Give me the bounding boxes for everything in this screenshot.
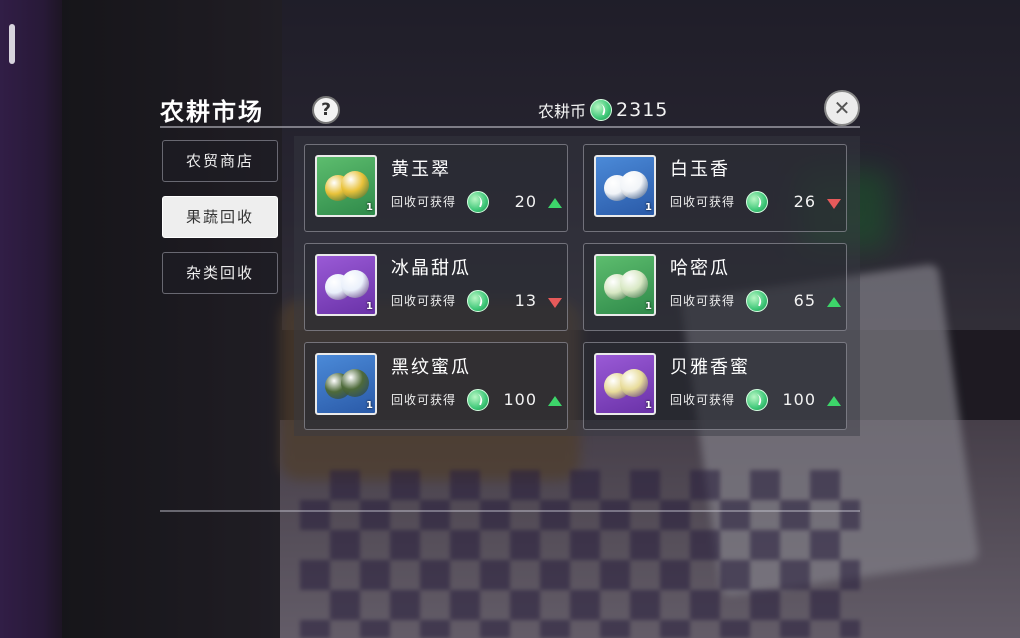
recycle-value: 65 [793,291,816,310]
arrow-up-icon [827,396,841,406]
currency-label: 农耕币 [538,102,587,121]
recycle-label: 回收可获得 [391,393,457,407]
melon-icon: 1 [315,155,377,217]
item-grid: 1 黄玉翠 回收可获得 20 1 白玉香 回收可获得 26 1 冰晶甜瓜 回收可获得 13 1 哈密瓜 回收… [294,136,860,436]
currency-amount: 2315 [616,99,669,121]
footer-divider [160,510,860,512]
coin-icon [467,389,489,411]
melon-icon: 1 [315,353,377,415]
coin-icon [746,389,768,411]
coin-icon [467,191,489,213]
coin-icon [590,99,613,121]
recycle-value: 20 [514,192,537,211]
help-icon[interactable]: ? [312,96,340,124]
coin-icon [467,290,489,312]
close-icon[interactable]: ✕ [824,90,860,126]
item-card[interactable]: 1 冰晶甜瓜回收可获得 13 [304,243,568,331]
arrow-up-icon [827,297,841,307]
recycle-label: 回收可获得 [391,294,457,308]
melon-icon: 1 [594,254,656,316]
item-card[interactable]: 1 哈密瓜回收可获得 65 [583,243,847,331]
recycle-value: 13 [514,291,537,310]
arrow-up-icon [548,198,562,208]
recycle-value: 100 [503,390,537,409]
item-card[interactable]: 1 黑纹蜜瓜回收可获得 100 [304,342,568,430]
currency-display: 农耕币 2315 [538,98,668,122]
arrow-down-icon [548,298,562,308]
market-panel: 农耕市场 ? 农耕币 2315 ✕ 农贸商店 果蔬回收 杂类回收 1 黄玉翠回收可… [160,88,860,518]
level-badge: 1 [366,400,373,411]
arrow-up-icon [548,396,562,406]
melon-icon: 1 [315,254,377,316]
header-divider [160,126,860,128]
level-badge: 1 [366,202,373,213]
recycle-value: 26 [793,192,816,211]
item-name: 哈密瓜 [670,258,730,279]
item-card[interactable]: 1 贝雅香蜜回收可获得 100 [583,342,847,430]
arrow-down-icon [827,199,841,209]
item-card[interactable]: 1 黄玉翠回收可获得 20 [304,144,568,232]
item-name: 白玉香 [670,159,730,180]
melon-icon: 1 [594,353,656,415]
sidebar-item-farm-shop[interactable]: 农贸商店 [162,140,278,182]
coin-icon [746,191,768,213]
sidebar: 农贸商店 果蔬回收 杂类回收 [162,140,280,308]
recycle-label: 回收可获得 [670,195,736,209]
coin-icon [746,290,768,312]
recycle-label: 回收可获得 [670,393,736,407]
item-name: 黄玉翠 [391,159,451,180]
item-card[interactable]: 1 白玉香回收可获得 26 [583,144,847,232]
level-badge: 1 [645,400,652,411]
recycle-label: 回收可获得 [391,195,457,209]
item-name: 贝雅香蜜 [670,357,750,378]
sidebar-item-produce-recycle[interactable]: 果蔬回收 [162,196,278,238]
recycle-label: 回收可获得 [670,294,736,308]
page-title: 农耕市场 [160,98,264,126]
sidebar-item-misc-recycle[interactable]: 杂类回收 [162,252,278,294]
melon-icon: 1 [594,155,656,217]
item-name: 黑纹蜜瓜 [391,357,471,378]
recycle-value: 100 [782,390,816,409]
side-handle[interactable] [9,24,15,64]
level-badge: 1 [645,301,652,312]
level-badge: 1 [366,301,373,312]
item-name: 冰晶甜瓜 [391,258,471,279]
level-badge: 1 [645,202,652,213]
